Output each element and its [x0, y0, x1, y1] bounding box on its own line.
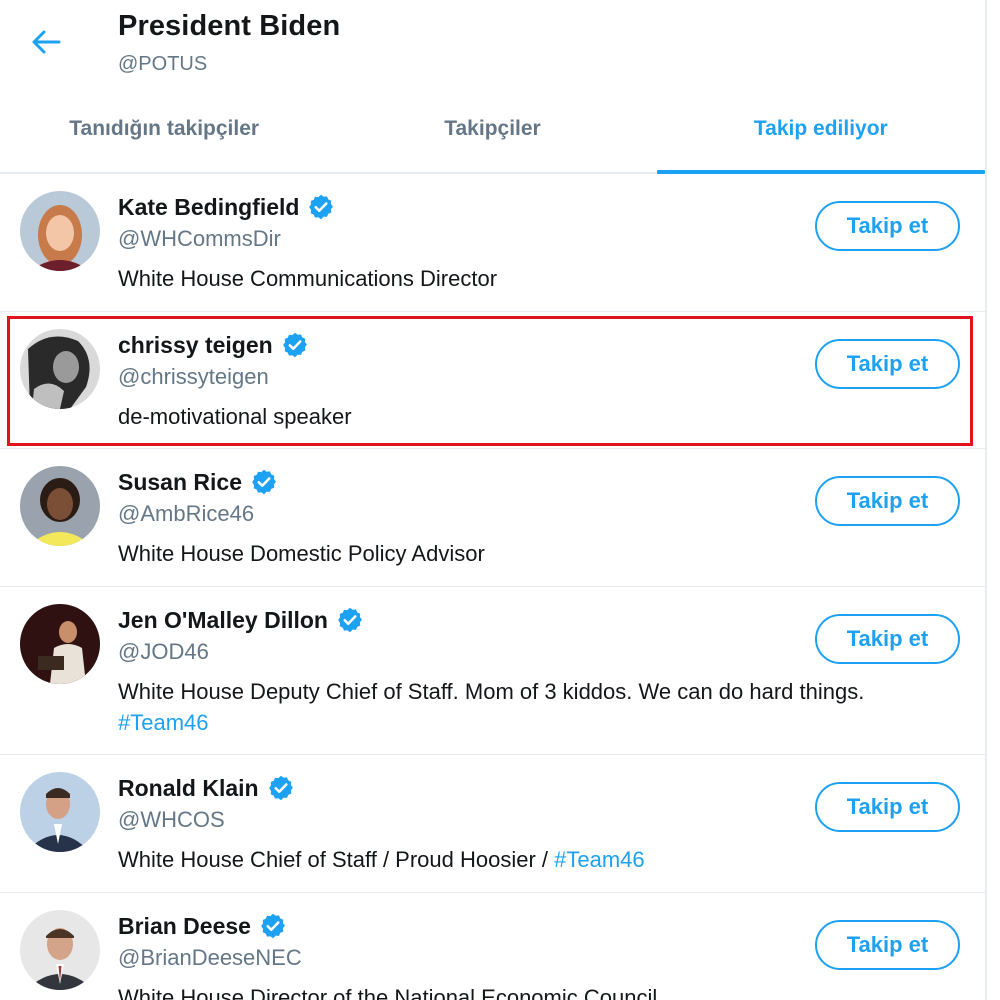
tab-following[interactable]: Takip ediliyor [656, 96, 986, 174]
user-bio: de-motivational speaker [118, 401, 968, 432]
bio-text: White House Director of the National Eco… [118, 985, 658, 1000]
arrow-left-icon [32, 30, 61, 54]
avatar[interactable] [20, 910, 100, 990]
user-bio: White House Domestic Policy Advisor [118, 538, 968, 569]
page-handle: @POTUS [118, 53, 208, 75]
profile-header: President Biden @POTUS [0, 0, 985, 96]
following-list: Kate Bedingfield @WHCommsDir White House… [0, 174, 985, 1000]
verified-badge-icon [307, 193, 335, 221]
user-name[interactable]: Brian Deese [118, 913, 251, 940]
avatar[interactable] [20, 772, 100, 852]
bio-text: White House Domestic Policy Advisor [118, 541, 485, 566]
verified-badge-icon [267, 774, 295, 802]
page-title: President Biden [118, 10, 341, 42]
hashtag-link[interactable]: #Team46 [118, 710, 209, 735]
follow-button[interactable]: Takip et [815, 920, 960, 970]
user-row[interactable]: Ronald Klain @WHCOS White House Chief of… [0, 755, 985, 893]
follow-button[interactable]: Takip et [815, 339, 960, 389]
hashtag-link[interactable]: #Team46 [554, 847, 645, 872]
avatar[interactable] [20, 329, 100, 409]
user-bio: White House Chief of Staff / Proud Hoosi… [118, 844, 968, 875]
tab-followers[interactable]: Takipçiler [328, 96, 656, 172]
follow-button[interactable]: Takip et [815, 782, 960, 832]
user-bio: White House Director of the National Eco… [118, 982, 968, 1000]
avatar[interactable] [20, 466, 100, 546]
user-row[interactable]: Jen O'Malley Dillon @JOD46 White House D… [0, 587, 985, 755]
follow-button[interactable]: Takip et [815, 476, 960, 526]
verified-badge-icon [281, 331, 309, 359]
user-row[interactable]: chrissy teigen @chrissyteigen de-motivat… [0, 312, 985, 449]
verified-badge-icon [259, 912, 287, 940]
user-row[interactable]: Kate Bedingfield @WHCommsDir White House… [0, 174, 985, 312]
bio-text: White House Communications Director [118, 266, 498, 291]
follow-button[interactable]: Takip et [815, 201, 960, 251]
following-page: President Biden @POTUS Tanıdığın takipçi… [0, 0, 1000, 1000]
tab-followers-you-know[interactable]: Tanıdığın takipçiler [0, 96, 328, 172]
user-row[interactable]: Susan Rice @AmbRice46 White House Domest… [0, 449, 985, 587]
user-bio: White House Deputy Chief of Staff. Mom o… [118, 676, 968, 738]
user-row[interactable]: Brian Deese @BrianDeeseNEC White House D… [0, 893, 985, 1000]
verified-badge-icon [336, 606, 364, 634]
user-name[interactable]: chrissy teigen [118, 332, 273, 359]
follow-button[interactable]: Takip et [815, 614, 960, 664]
bio-text: White House Deputy Chief of Staff. Mom o… [118, 679, 865, 704]
avatar[interactable] [20, 191, 100, 271]
profile-title-block: President Biden @POTUS [118, 10, 340, 76]
bio-text: White House Chief of Staff / Proud Hoosi… [118, 847, 555, 872]
user-name[interactable]: Ronald Klain [118, 775, 259, 802]
user-name[interactable]: Kate Bedingfield [118, 194, 299, 221]
user-bio: White House Communications Director [118, 263, 968, 294]
user-name[interactable]: Susan Rice [118, 469, 242, 496]
user-name[interactable]: Jen O'Malley Dillon [118, 607, 328, 634]
tab-bar: Tanıdığın takipçiler Takipçiler Takip ed… [0, 96, 986, 174]
avatar[interactable] [20, 604, 100, 684]
back-button[interactable] [22, 22, 70, 62]
bio-text: de-motivational speaker [118, 404, 352, 429]
verified-badge-icon [250, 468, 278, 496]
column-divider [985, 0, 987, 1000]
